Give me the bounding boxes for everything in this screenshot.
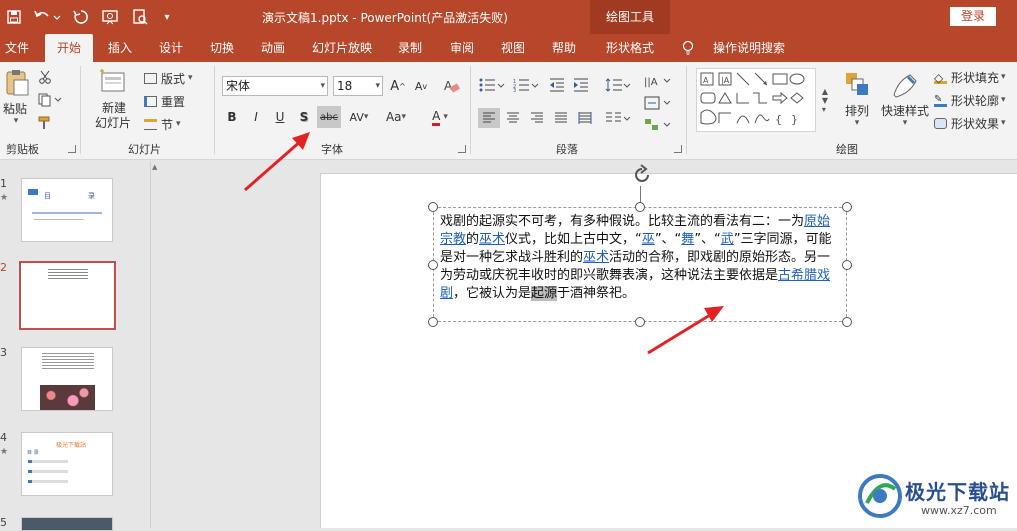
annotation-arrows	[244, 132, 724, 355]
arrow-to-highlighted-text	[647, 306, 724, 355]
watermark-brand: 极光下载站	[905, 480, 1010, 504]
watermark-url: www.xz7.com	[921, 504, 997, 517]
arrow-to-strikethrough	[244, 132, 310, 192]
watermark-logo-icon	[858, 474, 902, 518]
watermark: 极光下载站 www.xz7.com	[855, 470, 1013, 522]
